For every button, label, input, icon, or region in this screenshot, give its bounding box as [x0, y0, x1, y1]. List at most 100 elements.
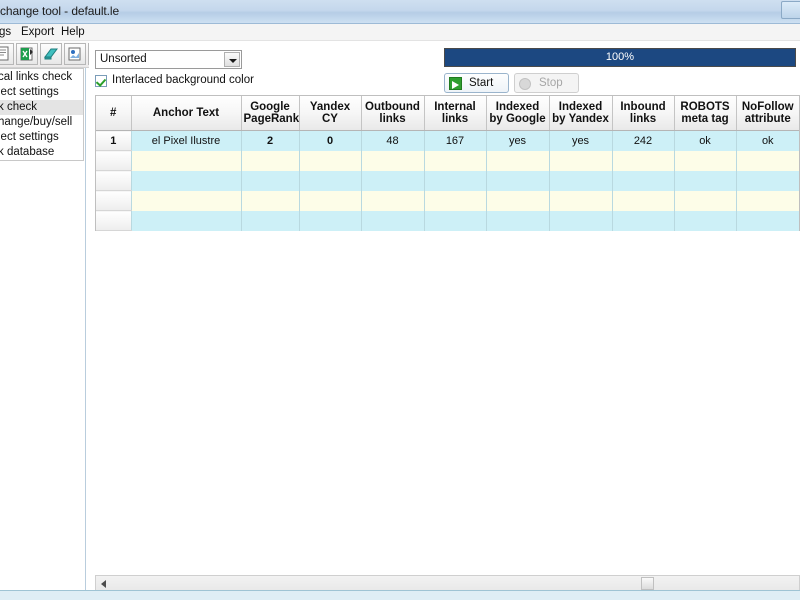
cell-anchor-text[interactable]: [131, 190, 242, 211]
cell-robots-meta-tag[interactable]: [674, 150, 737, 171]
interlaced-background-label: Interlaced background color: [112, 74, 254, 86]
cell-inbound-links[interactable]: [612, 150, 675, 171]
column-header-internal-links[interactable]: Internal links: [424, 96, 487, 131]
scrollbar-thumb[interactable]: [641, 577, 654, 590]
sidebar-item-link-exchange-buy-sell[interactable]: hange/buy/sell: [0, 115, 83, 130]
cell-indexed-by-google[interactable]: [486, 190, 550, 211]
sidebar-item-link-check[interactable]: k check: [0, 100, 83, 115]
column-header-robots-meta-tag[interactable]: ROBOTS meta tag: [674, 96, 737, 131]
sidebar-list: cal links check ject settings k check ha…: [0, 68, 84, 161]
column-header-nofollow-attribute[interactable]: NoFollow attribute: [736, 96, 799, 131]
column-header-indexed-by-yandex[interactable]: Indexed by Yandex: [549, 96, 613, 131]
window-close-button[interactable]: [781, 1, 800, 19]
cell-nofollow-attribute[interactable]: [736, 150, 799, 171]
cell-yandex-cy[interactable]: 0: [299, 130, 362, 151]
cell-anchor-text[interactable]: [131, 210, 242, 231]
sidebar-item-project-settings-1[interactable]: ject settings: [0, 85, 83, 100]
cell-inbound-links[interactable]: [612, 170, 675, 191]
column-header-inbound-links[interactable]: Inbound links: [612, 96, 675, 131]
export-excel-icon[interactable]: [16, 43, 38, 65]
cell-outbound-links[interactable]: [361, 150, 425, 171]
cell-internal-links[interactable]: [424, 190, 487, 211]
column-header-yandex-cy[interactable]: Yandex CY: [299, 96, 362, 131]
cell-internal-links[interactable]: 167: [424, 130, 487, 151]
cell-google-pagerank[interactable]: 2: [241, 130, 300, 151]
cell-indexed-by-google[interactable]: yes: [486, 130, 550, 151]
cell-robots-meta-tag[interactable]: ok: [674, 130, 737, 151]
cell-inbound-links[interactable]: 242: [612, 130, 675, 151]
cell-inbound-links[interactable]: [612, 210, 675, 231]
cell-inbound-links[interactable]: [612, 190, 675, 211]
cell-anchor-text[interactable]: [131, 170, 242, 191]
application-window: change tool - default.le gs Export Help …: [0, 0, 800, 600]
cell-nofollow-attribute[interactable]: [736, 190, 799, 211]
cell-google-pagerank[interactable]: [241, 190, 300, 211]
cell-robots-meta-tag[interactable]: [674, 170, 737, 191]
stop-button-label: Stop: [539, 77, 563, 89]
sidebar-item-project-settings-2[interactable]: ject settings: [0, 130, 83, 145]
cell-internal-links[interactable]: [424, 150, 487, 171]
stop-button[interactable]: Stop: [514, 73, 579, 93]
cell-indexed-by-google[interactable]: [486, 150, 550, 171]
menu-item-help[interactable]: Help: [58, 26, 88, 38]
column-header-outbound-links[interactable]: Outbound links: [361, 96, 425, 131]
table-row[interactable]: [96, 150, 799, 171]
column-header-indexed-by-google[interactable]: Indexed by Google: [486, 96, 550, 131]
menu-item-settings[interactable]: gs: [0, 26, 14, 38]
row-header-cell[interactable]: [96, 150, 132, 171]
row-header-cell[interactable]: [96, 190, 132, 211]
cell-indexed-by-yandex[interactable]: [549, 170, 613, 191]
cell-yandex-cy[interactable]: [299, 190, 362, 211]
cell-indexed-by-yandex[interactable]: [549, 210, 613, 231]
menu-item-export[interactable]: Export: [18, 26, 57, 38]
cell-nofollow-attribute[interactable]: ok: [736, 130, 799, 151]
progress-bar-text: 100%: [605, 51, 635, 63]
table-row[interactable]: [96, 170, 799, 191]
table-row[interactable]: [96, 210, 799, 231]
cell-nofollow-attribute[interactable]: [736, 170, 799, 191]
column-header-google-pagerank[interactable]: Google PageRank: [241, 96, 300, 131]
table-header-row: # Anchor Text Google PageRank Yandex CY O…: [96, 96, 799, 131]
menu-bar: gs Export Help: [0, 24, 800, 41]
cell-internal-links[interactable]: [424, 170, 487, 191]
start-button[interactable]: Start: [444, 73, 509, 93]
scroll-left-arrow-icon[interactable]: [96, 576, 111, 591]
cell-indexed-by-yandex[interactable]: yes: [549, 130, 613, 151]
cell-internal-links[interactable]: [424, 210, 487, 231]
sidebar-item-reciprocal-links-check[interactable]: cal links check: [0, 70, 83, 85]
cell-nofollow-attribute[interactable]: [736, 210, 799, 231]
cell-anchor-text[interactable]: el Pixel Ilustre: [131, 130, 242, 151]
column-header-index[interactable]: #: [96, 96, 132, 131]
cell-yandex-cy[interactable]: [299, 210, 362, 231]
cell-indexed-by-google[interactable]: [486, 210, 550, 231]
cell-anchor-text[interactable]: [131, 150, 242, 171]
import-icon[interactable]: [64, 43, 86, 65]
cell-google-pagerank[interactable]: [241, 170, 300, 191]
window-title: change tool - default.le: [0, 4, 120, 18]
cell-outbound-links[interactable]: 48: [361, 130, 425, 151]
cell-outbound-links[interactable]: [361, 210, 425, 231]
cell-google-pagerank[interactable]: [241, 210, 300, 231]
row-header-cell[interactable]: 1: [96, 130, 132, 151]
table-row[interactable]: 1 el Pixel Ilustre 2 0 48 167 yes yes 242 ok ok: [96, 130, 799, 151]
cell-indexed-by-yandex[interactable]: [549, 190, 613, 211]
book-icon[interactable]: [40, 43, 62, 65]
new-document-icon[interactable]: [0, 43, 14, 65]
cell-outbound-links[interactable]: [361, 170, 425, 191]
cell-outbound-links[interactable]: [361, 190, 425, 211]
row-header-cell[interactable]: [96, 210, 132, 231]
column-header-anchor-text[interactable]: Anchor Text: [131, 96, 242, 131]
checkbox-check-icon[interactable]: [95, 75, 107, 87]
cell-indexed-by-yandex[interactable]: [549, 150, 613, 171]
cell-robots-meta-tag[interactable]: [674, 190, 737, 211]
cell-robots-meta-tag[interactable]: [674, 210, 737, 231]
cell-google-pagerank[interactable]: [241, 150, 300, 171]
sort-dropdown[interactable]: Unsorted: [95, 50, 242, 69]
sidebar-item-link-database[interactable]: k database: [0, 145, 83, 160]
row-header-cell[interactable]: [96, 170, 132, 191]
chevron-down-icon[interactable]: [224, 52, 240, 67]
cell-indexed-by-google[interactable]: [486, 170, 550, 191]
cell-yandex-cy[interactable]: [299, 150, 362, 171]
table-row[interactable]: [96, 190, 799, 211]
cell-yandex-cy[interactable]: [299, 170, 362, 191]
